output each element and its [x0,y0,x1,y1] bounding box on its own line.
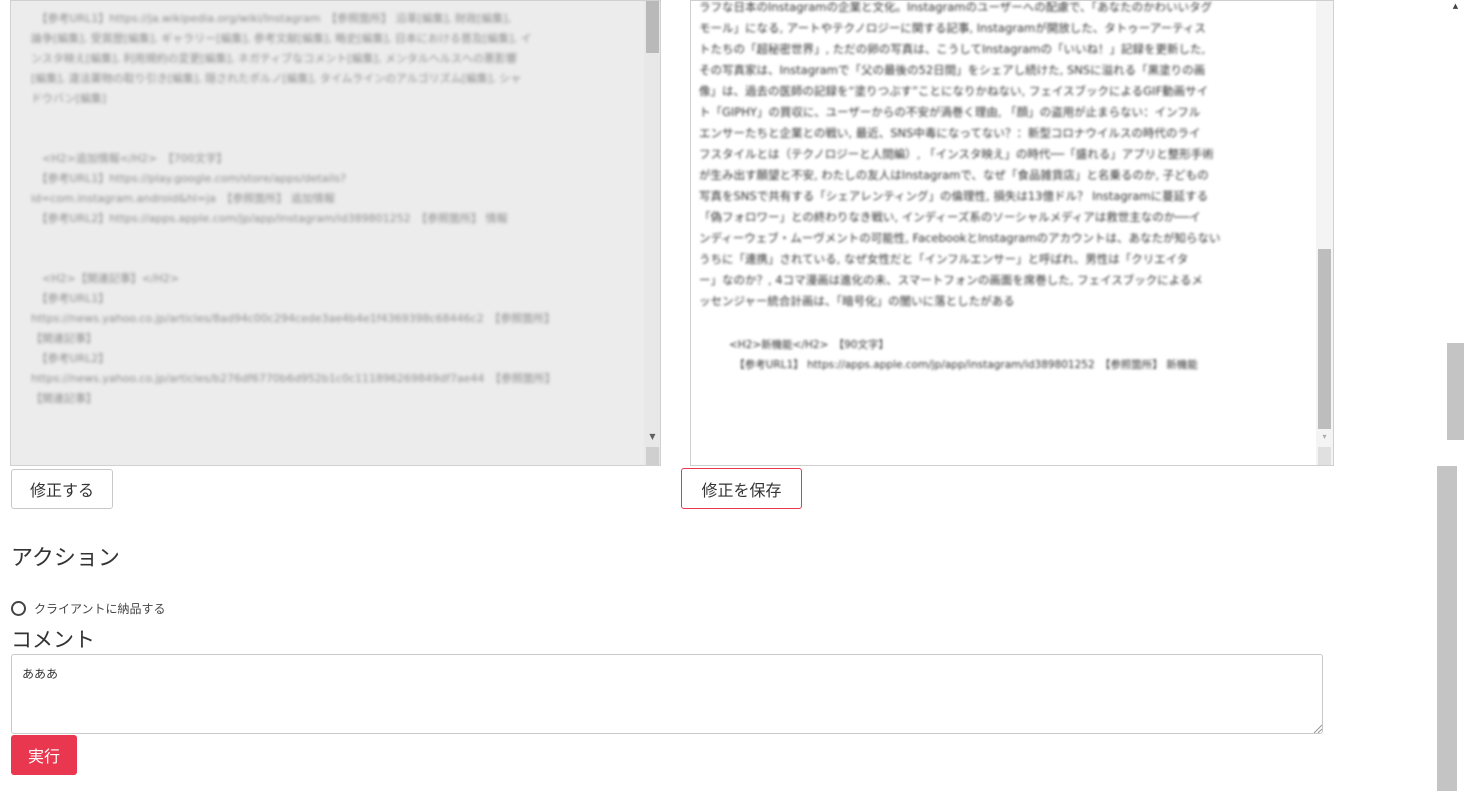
comment-heading: コメント [11,628,95,652]
scroll-down-icon[interactable]: ▼ [644,431,660,443]
original-text-panel[interactable]: 【参考URL1】https://ja.wikipedia.org/wiki/In… [10,0,661,466]
edited-text-content: ラフな日本のInstagramの企業と文化。Instagramのユーザーへの配慮… [699,0,1221,308]
original-text-content: 【参考URL1】https://ja.wikipedia.org/wiki/In… [31,12,556,405]
page-scrollbar-thumb[interactable] [1447,343,1464,440]
page-scrollbar-lower[interactable] [1437,466,1457,791]
edit-button[interactable]: 修正する [11,469,113,509]
edited-text-panel[interactable]: ラフな日本のInstagramの企業と文化。Instagramのユーザーへの配慮… [690,0,1334,466]
edited-text-scroll-thumb[interactable] [1318,249,1331,429]
scroll-down-icon[interactable]: ▾ [1316,431,1333,443]
edited-text-scrollbar[interactable]: ▾ [1316,1,1333,465]
scroll-up-icon[interactable]: ▲ [1447,0,1464,12]
radio-button[interactable] [11,600,26,616]
resize-grip-icon[interactable] [1313,724,1322,733]
deliver-to-client-option[interactable]: クライアントに納品する [11,599,166,617]
run-button[interactable]: 実行 [11,735,77,775]
original-text-scroll-thumb[interactable] [646,1,659,53]
deliver-to-client-label[interactable]: クライアントに納品する [34,600,166,617]
edited-text-h2-block: <H2>新機能</H2> 【90文字】 【参考URL1】 https://app… [729,339,1198,371]
save-edit-button[interactable]: 修正を保存 [681,468,802,509]
original-text-scroll-end [646,447,659,465]
edited-text-scroll-end [1318,447,1331,465]
original-text-scrollbar[interactable]: ▼ [644,1,660,465]
comment-field[interactable]: あああ [11,654,1323,734]
action-heading: アクション [11,546,120,571]
